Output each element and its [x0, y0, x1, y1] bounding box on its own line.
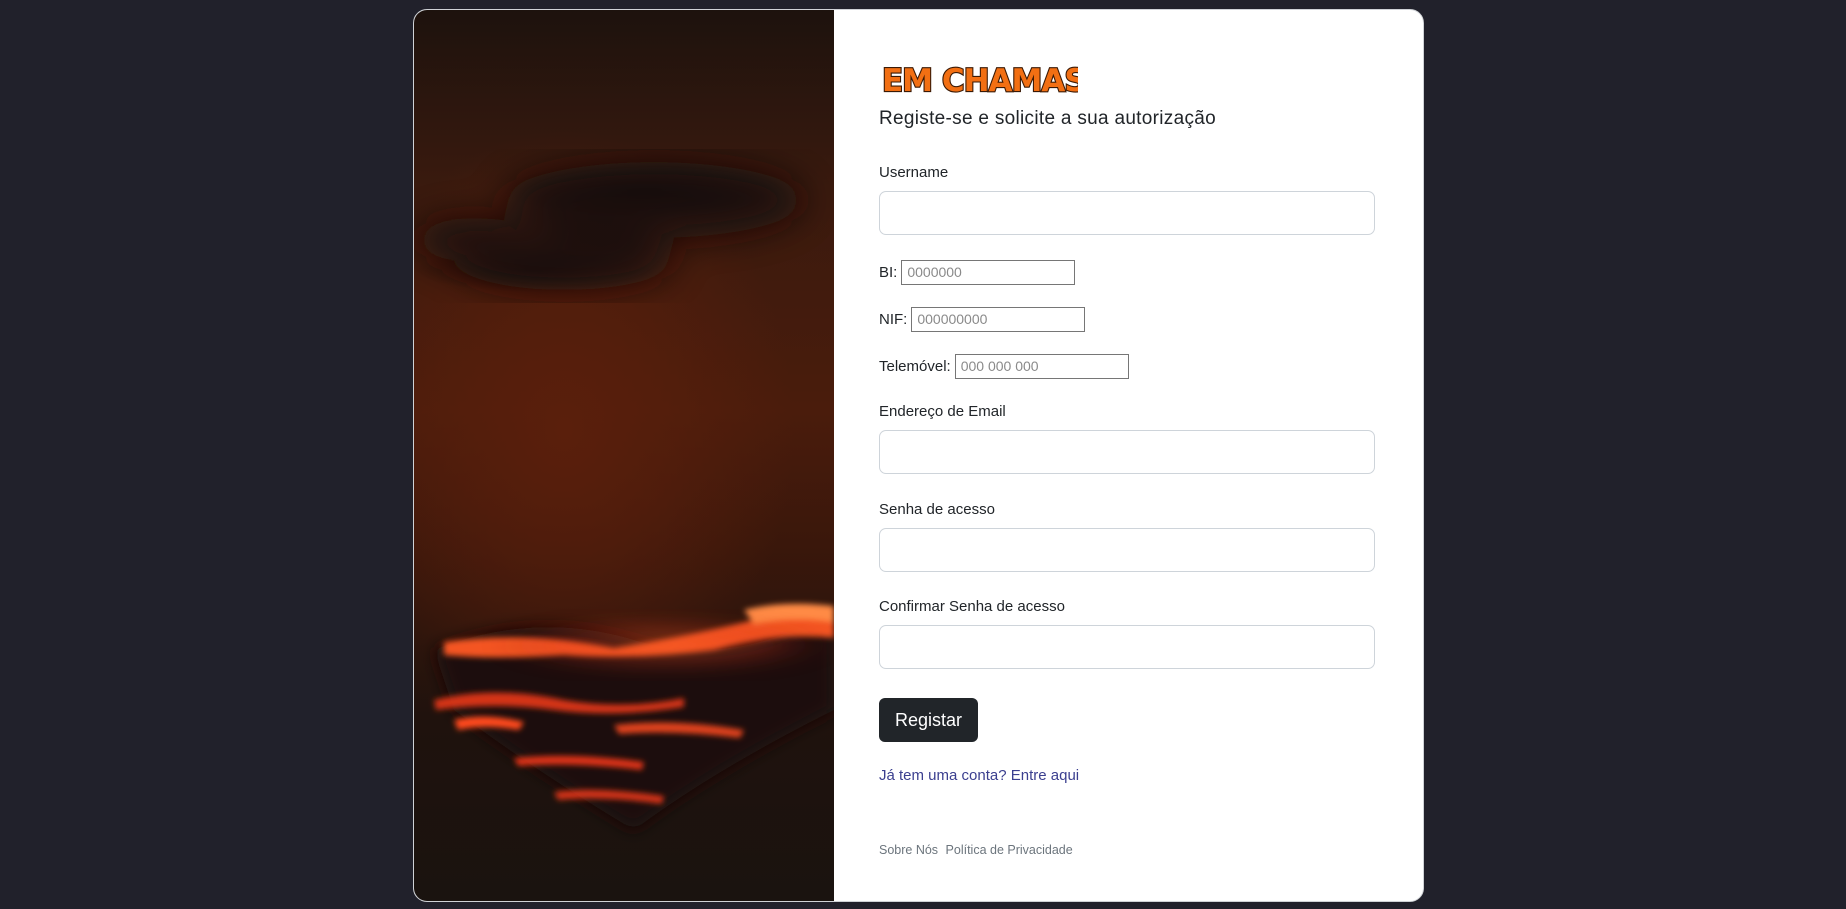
- register-card: EM CHAMAS Registe-se e solicite a sua au…: [413, 9, 1424, 902]
- footer-links: Sobre Nós Política de Privacidade: [879, 843, 1073, 857]
- login-link[interactable]: Já tem uma conta? Entre aqui: [879, 767, 1079, 784]
- telemovel-input[interactable]: 000 000 000: [954, 353, 1129, 379]
- bi-label: BI:: [879, 263, 898, 281]
- password-label: Senha de acesso: [879, 501, 995, 518]
- register-form-panel: EM CHAMAS Registe-se e solicite a sua au…: [834, 10, 1423, 901]
- bi-input[interactable]: 0000000: [901, 259, 1076, 285]
- username-input[interactable]: [879, 191, 1375, 235]
- svg-text:EM CHAMAS: EM CHAMAS: [882, 63, 1078, 98]
- telemovel-label: Telemóvel:: [879, 357, 951, 375]
- nif-row: NIF: 000000000: [879, 306, 1086, 332]
- about-link[interactable]: Sobre Nós: [879, 843, 938, 857]
- nif-input[interactable]: 000000000: [911, 306, 1086, 332]
- em-chamas-logo: EM CHAMAS: [881, 62, 1078, 98]
- telemovel-row: Telemóvel: 000 000 000: [879, 353, 1129, 379]
- register-button[interactable]: Registar: [879, 698, 978, 742]
- page-subtitle: Registe-se e solicite a sua autorização: [879, 108, 1216, 129]
- nif-label: NIF:: [879, 310, 908, 328]
- bi-row: BI: 0000000: [879, 259, 1076, 285]
- confirm-password-label: Confirmar Senha de acesso: [879, 598, 1065, 615]
- fire-clouds-graphic: [414, 162, 834, 830]
- privacy-policy-link[interactable]: Política de Privacidade: [946, 843, 1073, 857]
- confirm-password-input[interactable]: [879, 625, 1375, 669]
- username-label: Username: [879, 164, 949, 181]
- password-input[interactable]: [879, 528, 1375, 572]
- email-label: Endereço de Email: [879, 403, 1006, 420]
- email-input[interactable]: [879, 430, 1375, 474]
- fire-sky-image: [414, 10, 834, 901]
